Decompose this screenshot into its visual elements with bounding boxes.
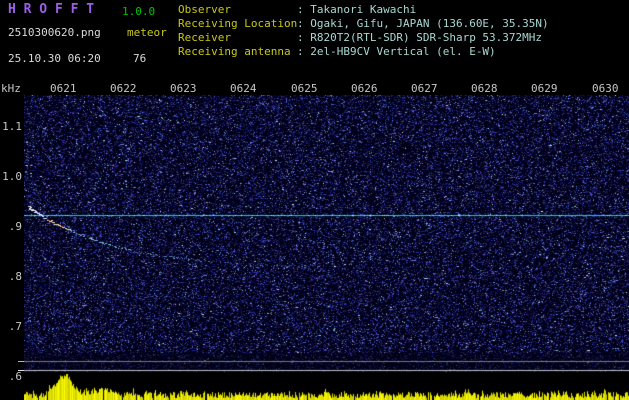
- level-line-tick-lower: [18, 370, 24, 371]
- info-separator: :: [297, 17, 311, 30]
- info-value: Ogaki, Gifu, JAPAN (136.60E, 35.35N): [310, 17, 549, 30]
- time-label: 0622: [110, 82, 137, 95]
- time-label: 0629: [531, 82, 558, 95]
- level-line-tick-upper: [18, 361, 24, 362]
- info-separator: :: [297, 45, 311, 58]
- echo-count: 76: [133, 52, 147, 65]
- time-label: 0625: [291, 82, 318, 95]
- freq-label: 1.0: [2, 170, 22, 183]
- time-label: 0628: [471, 82, 498, 95]
- hrofft-window: H R O F F T 1.0.0 2510300620.png meteor …: [0, 0, 629, 400]
- info-row-location: Receiving Location: Ogaki, Gifu, JAPAN (…: [178, 18, 549, 30]
- freq-unit-label: kHz: [1, 82, 21, 95]
- time-label: 0621: [50, 82, 77, 95]
- info-row-observer: Observer: Takanori Kawachi: [178, 4, 416, 16]
- freq-label: .7: [8, 320, 22, 333]
- time-label: 0623: [170, 82, 197, 95]
- spectrogram-canvas: [24, 95, 629, 400]
- info-label: Receiving Location: [178, 17, 298, 30]
- freq-label: .6: [8, 370, 22, 383]
- freq-label: .9: [8, 220, 22, 233]
- info-label: Receiving antenna: [178, 45, 291, 58]
- info-label: Observer: [178, 3, 231, 16]
- mode-label: meteor: [127, 26, 167, 39]
- datetime-label: 25.10.30 06:20: [8, 52, 101, 65]
- info-value: R820T2(RTL-SDR) SDR-Sharp 53.372MHz: [310, 31, 543, 44]
- info-separator: :: [297, 3, 311, 16]
- time-label: 0624: [230, 82, 257, 95]
- info-value: 2el-HB9CV Vertical (el. E-W): [310, 45, 496, 58]
- freq-label: 1.1: [2, 120, 22, 133]
- info-label: Receiver: [178, 31, 231, 44]
- info-value: Takanori Kawachi: [310, 3, 417, 16]
- time-label: 0627: [411, 82, 438, 95]
- output-filename: 2510300620.png: [8, 26, 101, 39]
- info-row-antenna: Receiving antenna: 2el-HB9CV Vertical (e…: [178, 46, 496, 58]
- freq-label: .8: [8, 270, 22, 283]
- info-separator: :: [297, 31, 311, 44]
- time-label: 0630: [592, 82, 619, 95]
- app-version: 1.0.0: [122, 5, 156, 18]
- time-label: 0626: [351, 82, 378, 95]
- app-title: H R O F F T: [8, 2, 95, 17]
- info-row-receiver: Receiver: R820T2(RTL-SDR) SDR-Sharp 53.3…: [178, 32, 542, 44]
